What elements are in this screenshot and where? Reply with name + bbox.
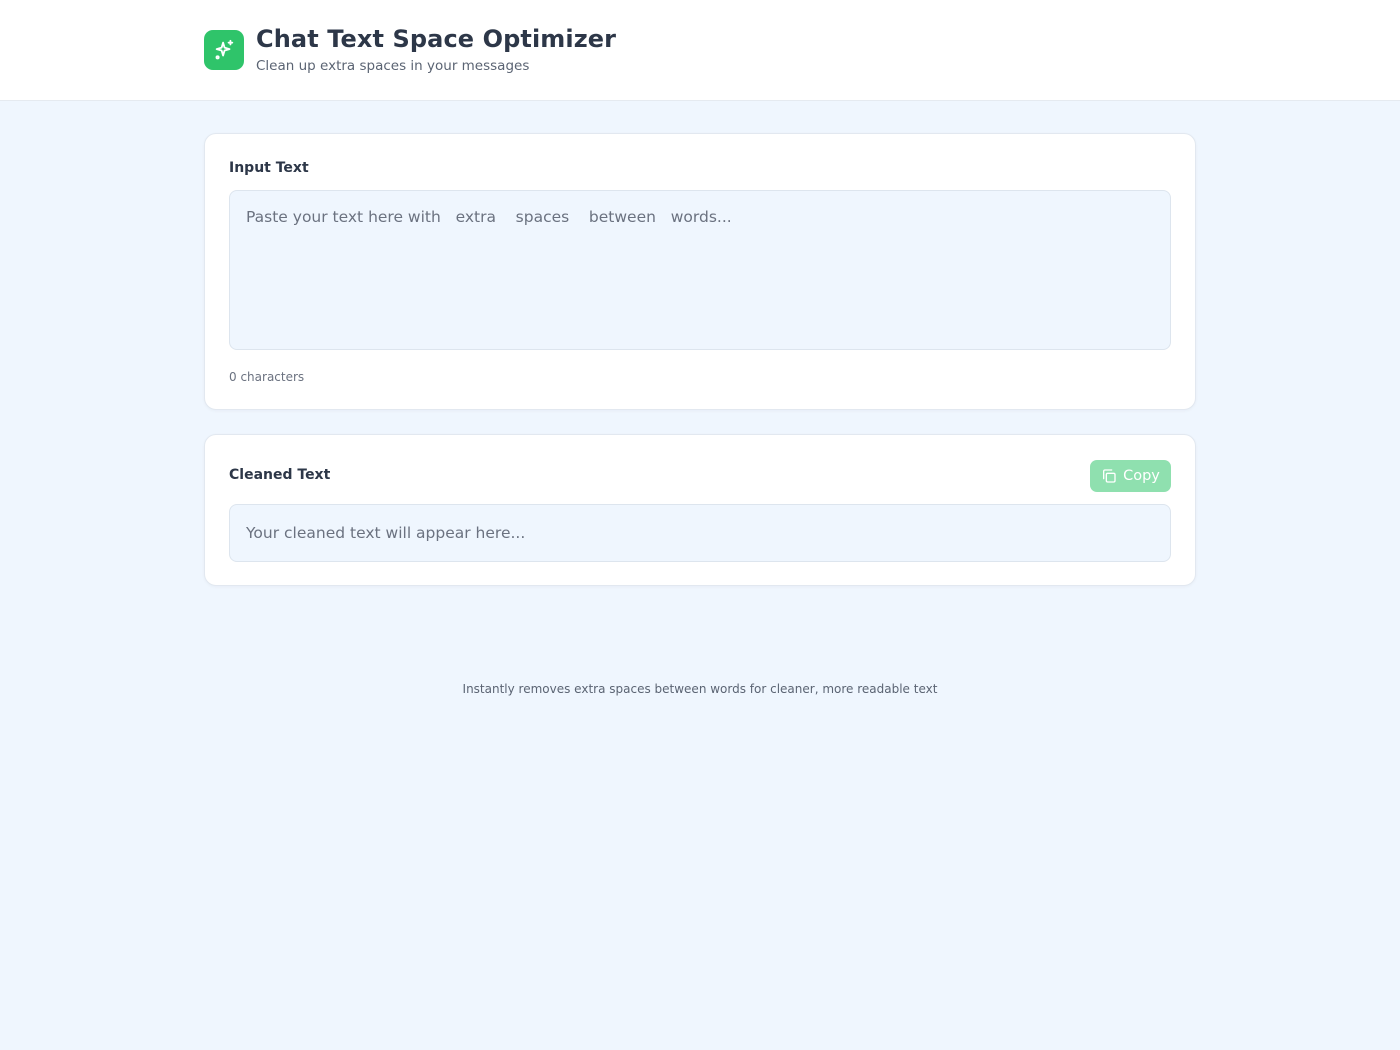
app-header: Chat Text Space Optimizer Clean up extra… bbox=[0, 0, 1400, 101]
copy-button-label: Copy bbox=[1123, 468, 1160, 484]
sparkles-icon bbox=[215, 39, 234, 60]
input-text-label: Input Text bbox=[229, 160, 309, 176]
app-title: Chat Text Space Optimizer bbox=[256, 25, 617, 53]
input-card: Input Text 0 characters bbox=[204, 133, 1196, 410]
cleaned-text-output: Your cleaned text will appear here... bbox=[229, 504, 1171, 562]
copy-icon bbox=[1103, 469, 1116, 483]
app-subtitle: Clean up extra spaces in your messages bbox=[256, 58, 530, 74]
output-card: Cleaned Text Copy Your cleaned text will… bbox=[204, 434, 1196, 586]
copy-button[interactable]: Copy bbox=[1090, 460, 1171, 492]
footer-note: Instantly removes extra spaces between w… bbox=[462, 682, 938, 696]
cleaned-text-label: Cleaned Text bbox=[229, 467, 331, 483]
app-logo bbox=[204, 30, 244, 70]
character-count: 0 characters bbox=[229, 370, 305, 384]
input-text-area[interactable] bbox=[229, 190, 1171, 350]
